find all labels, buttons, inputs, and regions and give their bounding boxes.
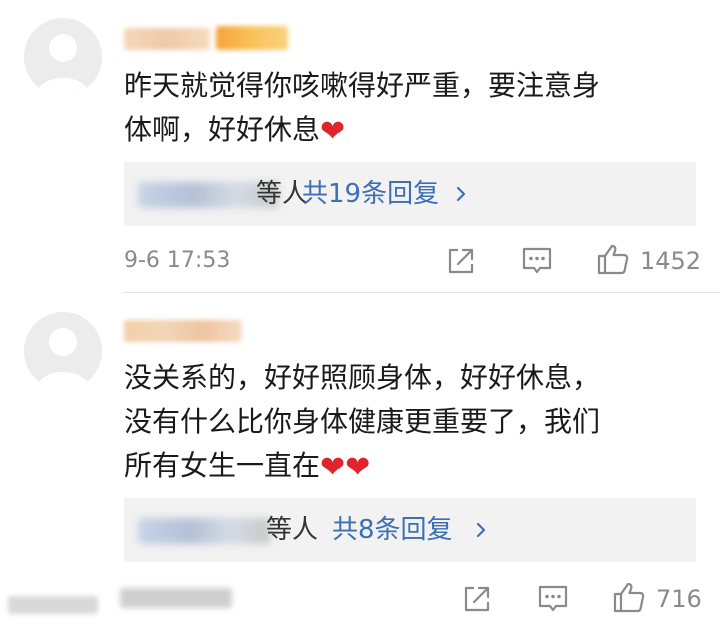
default-avatar-icon <box>24 312 102 390</box>
username-blurred[interactable] <box>124 28 210 50</box>
reply-summary-box[interactable]: 等人 共19条回复 <box>124 162 696 226</box>
like-count: 1452 <box>640 247 702 275</box>
comment-divider <box>124 292 720 293</box>
timestamp-blurred <box>120 588 232 608</box>
thumbs-up-icon[interactable] <box>612 580 646 614</box>
avatar[interactable] <box>24 312 102 390</box>
watermark-blurred <box>8 596 98 614</box>
chevron-right-icon <box>476 522 486 538</box>
reply-summary-box[interactable]: 等人 共8条回复 <box>124 498 696 562</box>
like-count: 716 <box>656 585 702 613</box>
replier-names-blurred <box>138 518 270 544</box>
avatar[interactable] <box>24 18 102 96</box>
comment-line-last: 体啊，好好休息❤ <box>124 113 346 149</box>
share-icon[interactable] <box>460 582 494 616</box>
view-replies-link[interactable]: 共8条回复 <box>332 498 453 562</box>
heart-emoji: ❤ <box>320 114 346 149</box>
view-replies-link[interactable]: 共19条回复 <box>302 162 439 226</box>
heart-emoji: ❤ <box>320 450 346 485</box>
reply-suffix: 等人 <box>266 515 319 545</box>
comment-icon[interactable] <box>520 244 554 278</box>
comment-icon[interactable] <box>536 582 570 616</box>
chevron-right-icon <box>456 186 466 202</box>
share-icon[interactable] <box>444 244 478 278</box>
user-badge <box>216 26 288 50</box>
username-blurred[interactable] <box>124 320 242 342</box>
comment-line-last: 所有女生一直在❤❤ <box>124 449 371 485</box>
heart-emoji: ❤ <box>345 450 371 485</box>
comment-line: 昨天就觉得你咳嗽得好严重，要注意身 <box>124 69 601 102</box>
comment-line: 没关系的，好好照顾身体，好好休息， <box>124 361 601 394</box>
default-avatar-icon <box>24 18 102 96</box>
reply-suffix: 等人 <box>256 179 309 209</box>
comment-line: 没有什么比你身体健康更重要了，我们 <box>124 405 601 438</box>
comment-text: 没关系的，好好照顾身体，好好休息， 没有什么比你身体健康更重要了，我们 所有女生… <box>124 356 600 488</box>
thumbs-up-icon[interactable] <box>596 242 630 276</box>
comment-text: 昨天就觉得你咳嗽得好严重，要注意身 体啊，好好休息❤ <box>124 64 600 152</box>
timestamp: 9-6 17:53 <box>124 248 231 273</box>
